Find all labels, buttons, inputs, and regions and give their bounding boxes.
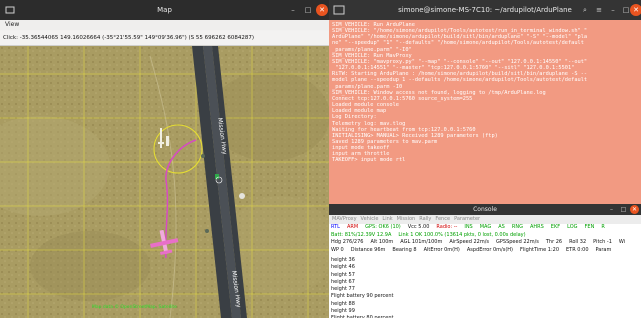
- console-log-line: height 36: [331, 257, 355, 263]
- status-item: AHRS: [529, 224, 544, 230]
- terminal-window: simone@simone-MS-7C10: ~/ardupilot/ArduP…: [329, 0, 641, 204]
- status-row: Hdg 276/276 Alt 100m AGL 101m/100m AirSpeed…: [331, 239, 641, 247]
- console-menubar: MAVProxy Vehicle Link Mission Rally Fence Para…: [329, 215, 641, 224]
- console-log[interactable]: height 36 height 46 height 57 height 67 heig…: [331, 257, 641, 318]
- status-item: Radio: --: [436, 224, 458, 230]
- minimize-icon[interactable]: –: [607, 4, 619, 16]
- status-item: RNG: [511, 224, 523, 230]
- console-menu-vehicle[interactable]: Vehicle: [361, 216, 379, 222]
- minimize-icon[interactable]: –: [287, 4, 299, 16]
- status-row: Batt: 81%/12.39V 12.9A Link 1 OK 100.0% (…: [331, 232, 641, 240]
- status-item: MAG: [479, 224, 492, 230]
- console-titlebar[interactable]: Console – □ ✕: [329, 204, 641, 215]
- status-item: AltError 0m(H): [423, 246, 460, 253]
- status-item: WP 0: [331, 246, 344, 253]
- status-item: Batt: 81%/12.39V 12.9A: [331, 231, 392, 238]
- status-item: RTL: [331, 224, 340, 230]
- status-item: Alt 100m: [370, 239, 394, 246]
- maximize-icon[interactable]: □: [619, 205, 628, 214]
- status-item: AS: [498, 224, 505, 230]
- status-item: Pitch -1: [593, 239, 612, 246]
- status-item: AspdError 0m/s(H): [466, 246, 513, 253]
- console-log-line: height 67: [331, 278, 355, 285]
- status-item: Param: [595, 246, 612, 253]
- console-window: Console – □ ✕ MAVProxy Vehicle Link Mission…: [329, 204, 641, 318]
- status-row: WP 0 Distance 96m Bearing 8 AltError 0m(H) A…: [331, 247, 641, 255]
- console-menu-rally[interactable]: Rally: [419, 216, 431, 222]
- satellite-map[interactable]: Mission Hwy Mission Hwy: [0, 46, 329, 318]
- close-icon[interactable]: ✕: [630, 205, 639, 214]
- status-item: LOG: [567, 224, 578, 230]
- map-titlebar[interactable]: Map – □ ✕: [0, 0, 329, 20]
- status-item: ETR 0:00: [566, 246, 589, 253]
- minimize-icon[interactable]: –: [607, 205, 616, 214]
- map-click-info: Click: -35.36544065 149.16026664 (-35°21…: [0, 31, 329, 46]
- status-item: Thr 26: [545, 239, 563, 246]
- terminal-line: TAKEOFF> input mode rtl: [332, 157, 406, 164]
- status-row: RTL ARM GPS: OK6 (10) Vcc 5.00 Radio: -- INS M…: [331, 224, 641, 232]
- console-menu-link[interactable]: Link: [382, 216, 392, 222]
- status-item: FlightTime 1:20: [519, 246, 559, 253]
- console-log-line: height 88: [331, 300, 355, 307]
- map-attribution: Map data © OpenStreetMap, Satellite: [92, 305, 177, 310]
- status-item: Distance 96m: [350, 246, 386, 253]
- console-menu-fence[interactable]: Fence: [435, 216, 450, 222]
- status-item: Hdg 276/276: [331, 239, 364, 246]
- status-item: GPSSpeed 22m/s: [496, 239, 539, 246]
- terminal-output[interactable]: SIM_VEHICLE: Run ArduPlane SIM_VEHICLE: "…: [332, 22, 639, 204]
- map-menu-view[interactable]: View: [0, 20, 329, 30]
- console-status-panel: RTL ARM GPS: OK6 (10) Vcc 5.00 Radio: -- INS M…: [329, 224, 641, 257]
- status-item: Bearing 8: [392, 246, 417, 253]
- status-item: Roll 32: [569, 239, 587, 246]
- status-item: GPS: OK6 (10): [365, 224, 401, 230]
- maximize-icon[interactable]: □: [302, 4, 314, 16]
- console-log-line: height 77: [331, 286, 355, 293]
- terminal-titlebar[interactable]: simone@simone-MS-7C10: ~/ardupilot/ArduP…: [329, 0, 641, 20]
- console-window-title: Console: [473, 206, 497, 213]
- status-item: FEN: [584, 224, 595, 230]
- console-log-line: height 46: [331, 264, 355, 271]
- status-item: R: [601, 224, 605, 230]
- close-icon[interactable]: ✕: [630, 4, 641, 16]
- terminal-search-icon[interactable]: ⌕: [579, 4, 591, 16]
- console-menu-parameter[interactable]: Parameter: [454, 216, 480, 222]
- map-window-title: Map: [157, 6, 172, 14]
- console-menu-mavproxy[interactable]: MAVProxy: [332, 216, 357, 222]
- terminal-menu-icon[interactable]: ≡: [593, 4, 605, 16]
- status-item: ARM: [346, 224, 359, 230]
- console-log-line: height 57: [331, 271, 355, 278]
- status-item: Wi: [618, 239, 626, 246]
- close-icon[interactable]: ✕: [316, 4, 328, 16]
- console-log-line: height 99: [331, 308, 355, 315]
- console-log-line: Flight battery 90 percent: [331, 293, 394, 300]
- status-item: INS: [464, 224, 473, 230]
- status-item: Link 1 OK 100.0% (13614 pkts, 0 lost, 0.…: [398, 231, 526, 238]
- map-window: Map – □ ✕ View Click: -35.36544065 149.1…: [0, 0, 329, 318]
- status-item: Vcc 5.00: [407, 224, 430, 230]
- status-item: AGL 101m/100m: [400, 239, 443, 246]
- status-item: AirSpeed 22m/s: [449, 239, 490, 246]
- console-menu-mission[interactable]: Mission: [397, 216, 416, 222]
- status-item: EKF: [550, 224, 561, 230]
